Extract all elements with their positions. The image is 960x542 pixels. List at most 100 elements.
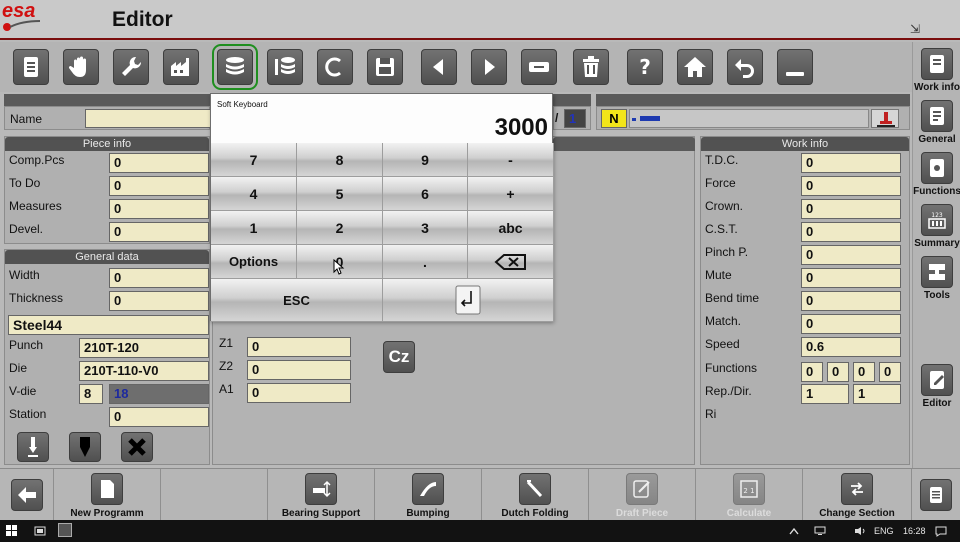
stack-edit-button[interactable]	[267, 49, 303, 85]
sidebar-item-functions[interactable]: Functions	[913, 152, 960, 202]
key-minus[interactable]: -	[468, 143, 554, 177]
rep-field[interactable]: 1	[801, 384, 849, 404]
pinch-point-field[interactable]: 0	[801, 245, 901, 265]
thickness-field[interactable]: 0	[109, 291, 209, 311]
match-field[interactable]: 0	[801, 314, 901, 334]
n-row: N	[596, 106, 910, 130]
function-field-2[interactable]: 0	[827, 362, 849, 382]
key-9[interactable]: 9	[383, 143, 468, 177]
key-enter[interactable]	[383, 279, 554, 322]
v-die-label: V-die	[9, 384, 37, 398]
bend-time-field[interactable]: 0	[801, 291, 901, 311]
a1-field[interactable]: 0	[247, 383, 351, 403]
material-field[interactable]: Steel44	[8, 315, 209, 335]
to-do-field[interactable]: 0	[109, 176, 209, 196]
key-1[interactable]: 1	[211, 211, 297, 245]
name-header-bar	[4, 94, 210, 106]
bearing-support-button[interactable]: Bearing Support	[268, 469, 375, 521]
key-3[interactable]: 3	[383, 211, 468, 245]
remove-step-button[interactable]	[521, 49, 557, 85]
z1-field[interactable]: 0	[247, 337, 351, 357]
sidebar-item-work-info[interactable]: Work info	[914, 48, 960, 98]
sidebar-item-label: General	[918, 134, 956, 145]
c-button[interactable]	[317, 49, 353, 85]
key-6[interactable]: 6	[383, 177, 468, 211]
speed-field[interactable]: 0.6	[801, 337, 901, 357]
dir-field[interactable]: 1	[853, 384, 901, 404]
key-esc[interactable]: ESC	[211, 279, 383, 322]
settings-button[interactable]	[113, 49, 149, 85]
crown-field[interactable]: 0	[801, 199, 901, 219]
help-button[interactable]: ?	[627, 49, 663, 85]
n-field[interactable]	[629, 109, 869, 128]
remove-tool-button[interactable]	[121, 432, 153, 462]
delete-button[interactable]	[573, 49, 609, 85]
language-indicator[interactable]: ENG	[874, 526, 894, 536]
key-7[interactable]: 7	[211, 143, 297, 177]
sidebar-item-editor[interactable]: Editor	[915, 364, 959, 414]
start-icon[interactable]	[6, 525, 18, 537]
v-die-field[interactable]: 8	[79, 384, 103, 404]
key-plus[interactable]: +	[468, 177, 554, 211]
home-button[interactable]	[677, 49, 713, 85]
punch-view-button[interactable]	[871, 109, 899, 128]
stack-button[interactable]	[212, 44, 258, 90]
back-button[interactable]	[0, 469, 54, 521]
task-view-icon[interactable]	[34, 526, 46, 536]
next-button[interactable]	[471, 49, 507, 85]
station-field[interactable]: 0	[109, 407, 209, 427]
previous-button[interactable]	[421, 49, 457, 85]
punch-field[interactable]: 210T-120	[79, 338, 209, 358]
key-options[interactable]: Options	[211, 245, 297, 279]
key-4[interactable]: 4	[211, 177, 297, 211]
bumping-button[interactable]: Bumping	[375, 469, 482, 521]
change-section-button[interactable]: Change Section	[803, 469, 912, 521]
page-field[interactable]: 1	[564, 109, 586, 128]
measures-field[interactable]: 0	[109, 199, 209, 219]
cst-field[interactable]: 0	[801, 222, 901, 242]
factory-button[interactable]	[163, 49, 199, 85]
comp-pcs-field[interactable]: 0	[109, 153, 209, 173]
name-field[interactable]	[85, 109, 211, 128]
devel-field[interactable]: 0	[109, 222, 209, 242]
force-field[interactable]: 0	[801, 176, 901, 196]
minimize-button[interactable]	[777, 49, 813, 85]
key-dot[interactable]: .	[383, 245, 468, 279]
key-5[interactable]: 5	[297, 177, 383, 211]
network-icon[interactable]	[814, 526, 826, 536]
volume-icon[interactable]	[854, 526, 866, 536]
punch-tool-button[interactable]	[17, 432, 49, 462]
z2-field[interactable]: 0	[247, 360, 351, 380]
save-button[interactable]	[367, 49, 403, 85]
dutch-folding-button[interactable]: Dutch Folding	[482, 469, 589, 521]
key-2[interactable]: 2	[297, 211, 383, 245]
notifications-icon[interactable]	[935, 526, 947, 537]
list-view-button[interactable]	[912, 469, 960, 521]
sidebar-item-summary[interactable]: 123 Summary	[914, 204, 960, 254]
chevron-up-icon[interactable]	[789, 527, 799, 535]
app-taskbar-icon[interactable]	[58, 523, 72, 537]
undo-button[interactable]	[727, 49, 763, 85]
function-field-3[interactable]: 0	[853, 362, 875, 382]
manual-button[interactable]	[63, 49, 99, 85]
clock[interactable]: 16:28	[903, 526, 926, 536]
function-field-4[interactable]: 0	[879, 362, 901, 382]
blade-tool-button[interactable]	[69, 432, 101, 462]
tdc-field[interactable]: 0	[801, 153, 901, 173]
mute-field[interactable]: 0	[801, 268, 901, 288]
document-button[interactable]	[13, 49, 49, 85]
sidebar-item-general[interactable]: General	[915, 100, 959, 150]
cz-button[interactable]: Cz	[383, 341, 415, 373]
function-field-1[interactable]: 0	[801, 362, 823, 382]
functions-label: Functions	[705, 361, 758, 375]
sidebar-item-tools[interactable]: Tools	[915, 256, 959, 306]
arrow-left-icon	[433, 59, 443, 75]
width-field[interactable]: 0	[109, 268, 209, 288]
key-abc[interactable]: abc	[468, 211, 554, 245]
general-data-title: General data	[5, 250, 209, 264]
key-backspace[interactable]	[468, 245, 554, 279]
die-field[interactable]: 210T-110-V0	[79, 361, 209, 381]
new-programm-button[interactable]: New Programm	[54, 469, 161, 521]
v-die-opening-field[interactable]: 18	[109, 384, 209, 404]
key-8[interactable]: 8	[297, 143, 383, 177]
